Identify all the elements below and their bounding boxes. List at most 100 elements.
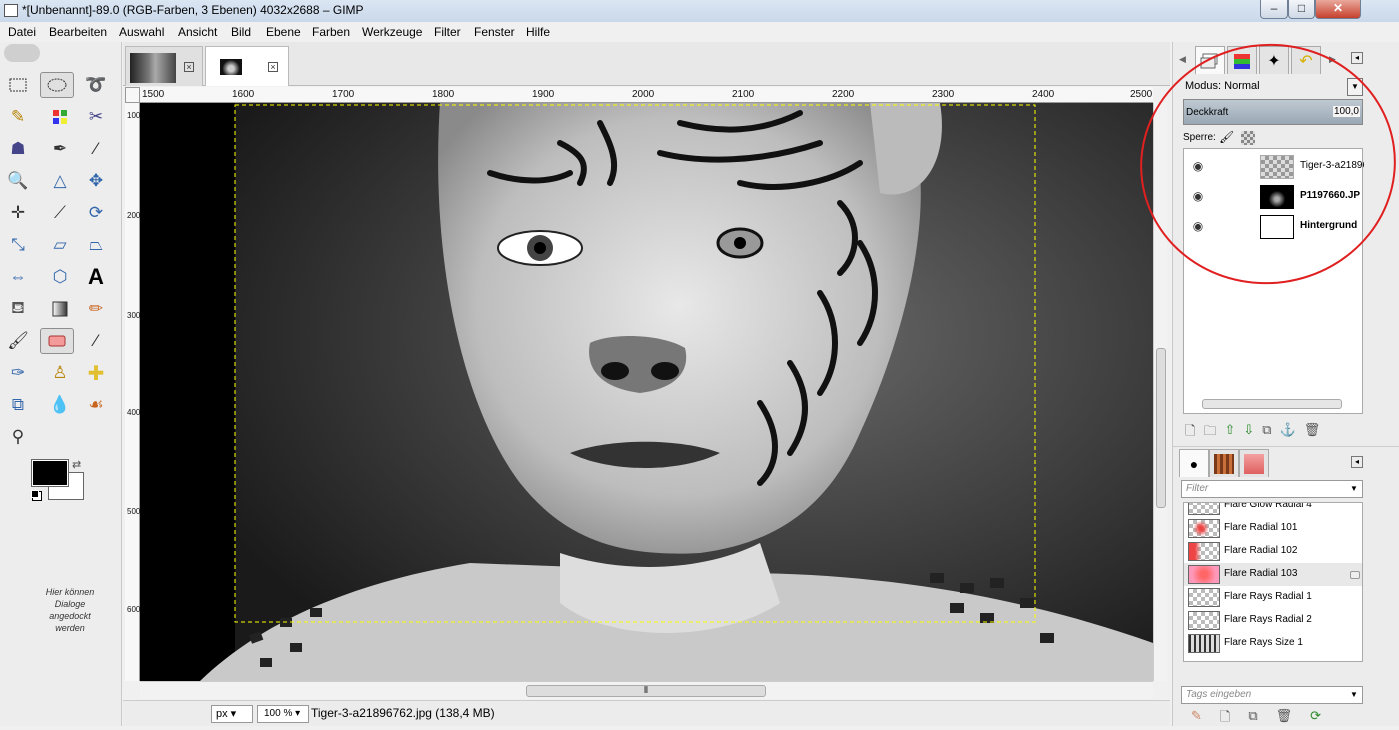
brush-item[interactable]: Flare Rays Radial 1 [1184,586,1352,609]
ruler-label: 100 [127,111,141,120]
image-tab-2[interactable]: × [205,46,289,86]
lasso-icon[interactable]: ➰ [82,72,110,98]
menu-auswahl[interactable]: Auswahl [119,25,164,39]
menu-werkzeuge[interactable]: Werkzeuge [362,25,422,39]
menu-hilfe[interactable]: Hilfe [526,25,550,39]
toolbox: ➰ ✎ ✂ ☗ ✒ ⁄ 🔍 △ ✥ ✛ ⟋ ⟳ ⤡ ▱ ⏢ ⇔ ⬡ A ⛾ ✏ … [0,42,122,726]
tab-scroll-left-icon[interactable]: ◀ [1179,54,1186,65]
lower-layer-icon[interactable]: ⇩ [1243,422,1254,440]
tags-placeholder: Tags eingeben [1186,689,1252,700]
rotate-icon[interactable]: ⟳ [82,200,110,226]
eraser-icon[interactable] [40,328,74,354]
ruler-label: 500 [127,507,141,516]
foreground-color[interactable] [32,460,68,486]
zoom-icon[interactable]: 🔍 [4,168,32,194]
anchor-layer-icon[interactable]: ⚓ [1280,422,1296,440]
ruler-corner[interactable] [125,87,140,103]
align-icon[interactable]: ✛ [4,200,32,226]
scrollbar-thumb[interactable]: ⦀ [526,685,766,697]
pencil-icon[interactable]: ✏ [82,296,110,322]
close-button[interactable]: ✕ [1315,0,1361,19]
select-by-color-icon[interactable] [46,104,74,130]
duplicate-layer-icon[interactable]: ⧉ [1262,422,1271,440]
dock-menu-icon[interactable]: ◂ [1351,456,1363,468]
bucket-fill-icon[interactable]: ⛾ [4,296,32,322]
brush-item[interactable]: Flare Rays Size 1 [1184,632,1352,655]
perspective-clone-icon[interactable]: ⧉ [4,392,32,418]
menu-ebene[interactable]: Ebene [266,25,301,39]
brush-item-selected[interactable]: Flare Radial 103 [1184,563,1362,586]
new-layer-group-icon[interactable]: 🗀 [1203,422,1216,440]
brush-filter-input[interactable]: Filter ▼ [1181,480,1363,498]
duplicate-brush-icon[interactable]: ⧉ [1248,708,1257,726]
tiger-woman-photo [140,103,1153,681]
scissors-icon[interactable]: ✂ [82,104,110,130]
delete-brush-icon[interactable]: 🗑 [1276,708,1293,726]
vertical-ruler: 100 200 300 400 500 600 [125,103,140,681]
ink-icon[interactable]: ✑ [4,360,32,386]
ruler-label: 200 [127,211,141,220]
scale-icon[interactable]: ⤡ [4,232,32,258]
maximize-button[interactable]: □ [1288,0,1315,19]
flip-icon[interactable]: ⇔ [4,264,32,290]
tab-patterns[interactable] [1209,449,1239,477]
close-tab-icon[interactable]: × [268,62,278,72]
raise-layer-icon[interactable]: ⇧ [1224,422,1235,440]
scrollbar-thumb[interactable] [1156,348,1166,508]
measure-icon[interactable]: △ [46,168,74,194]
new-layer-icon[interactable]: 🗋 [1185,422,1195,440]
brush-item[interactable]: Flare Glow Radial 4 [1184,503,1352,517]
perspective-icon[interactable]: ⏢ [82,232,110,258]
tags-input[interactable]: Tags eingeben ▼ [1181,686,1363,704]
airbrush-icon[interactable]: ⁄ [82,328,110,354]
dodge-burn-icon[interactable]: ⚲ [4,424,32,450]
move-icon[interactable]: ✥ [82,168,110,194]
heal-icon[interactable]: ✚ [82,360,110,386]
crop-icon[interactable]: ⟋ [46,200,74,226]
brush-item[interactable]: Flare Radial 102 [1184,540,1352,563]
tab-gradients[interactable] [1239,449,1269,477]
horizontal-scrollbar[interactable]: ⦀ [140,681,1153,699]
layer-list-scrollbar[interactable] [1202,399,1342,409]
menu-bearbeiten[interactable]: Bearbeiten [49,25,107,39]
brush-thumbnail [1188,542,1220,561]
menu-fenster[interactable]: Fenster [474,25,515,39]
clone-icon[interactable]: ♙ [46,360,74,386]
zoom-select[interactable]: 100 % ▾ [257,705,309,723]
foreground-select-icon[interactable]: ☗ [4,136,32,162]
menu-farben[interactable]: Farben [312,25,350,39]
close-tab-icon[interactable]: × [184,62,194,72]
image-tab-1[interactable]: × [125,46,203,86]
brush-item[interactable]: Flare Rays Radial 2 [1184,609,1352,632]
blur-icon[interactable]: 💧 [46,392,74,418]
unit-select[interactable]: px ▾ [211,705,253,723]
blend-icon[interactable] [46,296,74,322]
menu-datei[interactable]: Datei [8,25,36,39]
paintbrush-icon[interactable]: 🖌 [4,328,32,354]
image-canvas[interactable] [140,103,1153,681]
brush-item[interactable]: Flare Radial 101 [1184,517,1352,540]
menu-bild[interactable]: Bild [231,25,251,39]
tab-brushes[interactable]: ● [1179,449,1209,477]
dock-menu-icon[interactable]: ◂ [1351,52,1363,64]
ellipse-select-icon[interactable] [40,72,74,98]
brush-list-scroll-thumb[interactable] [1350,571,1360,579]
default-colors-icon[interactable] [31,490,39,498]
minimize-button[interactable]: – [1260,0,1288,19]
smudge-icon[interactable]: ☙ [82,392,110,418]
cage-transform-icon[interactable]: ⬡ [46,264,74,290]
layer-buttons: 🗋 🗀 ⇧ ⇩ ⧉ ⚓ 🗑 [1185,422,1320,440]
menu-ansicht[interactable]: Ansicht [178,25,217,39]
paths-icon[interactable]: ✒ [46,136,74,162]
swap-colors-icon[interactable]: ⇄ [72,458,81,471]
fuzzy-select-icon[interactable]: ✎ [4,104,32,130]
text-tool-icon[interactable]: A [82,264,110,290]
delete-layer-icon[interactable]: 🗑 [1304,422,1321,440]
edit-brush-icon[interactable]: ✎ [1191,708,1202,726]
rect-select-icon[interactable] [4,72,32,98]
refresh-brushes-icon[interactable]: ⟳ [1310,708,1321,726]
new-brush-icon[interactable]: 🗋 [1220,708,1230,726]
shear-icon[interactable]: ▱ [46,232,74,258]
color-picker-icon[interactable]: ⁄ [82,136,110,162]
menu-filter[interactable]: Filter [434,25,461,39]
